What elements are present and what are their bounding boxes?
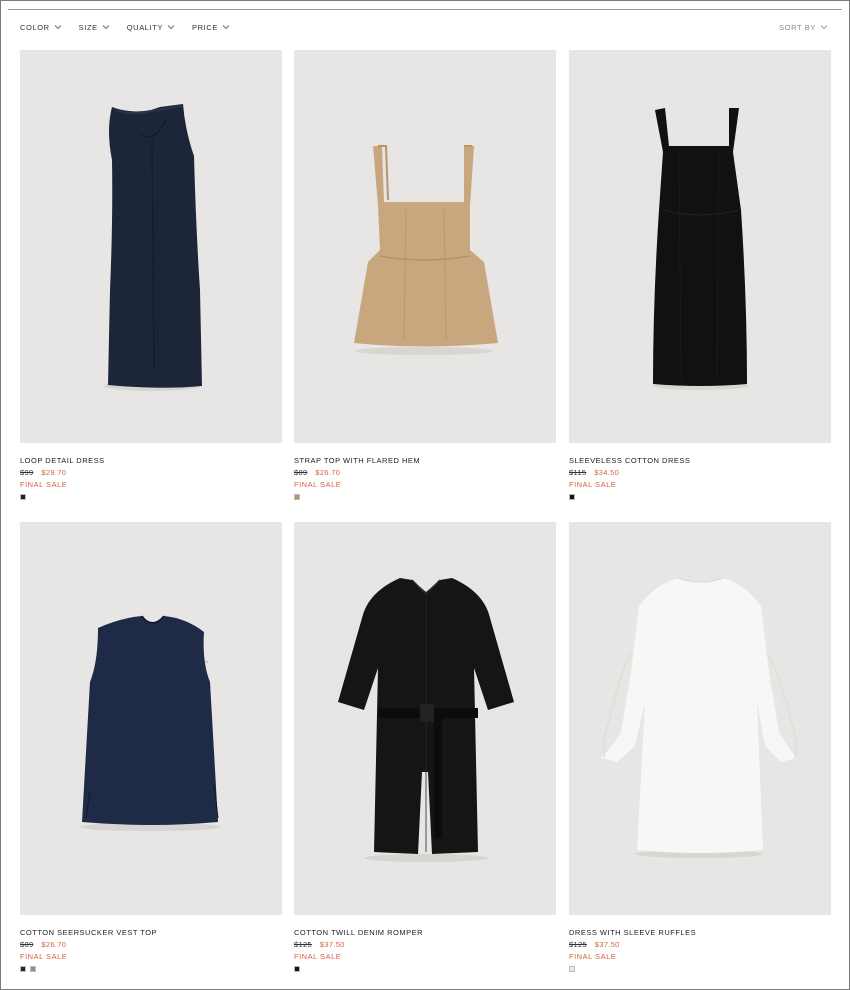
sale-price: $37.50 — [594, 940, 620, 949]
chevron-down-icon — [102, 25, 110, 30]
filter-size-label: SIZE — [78, 22, 98, 32]
sale-price: $26.70 — [315, 468, 341, 477]
black-romper-icon — [338, 578, 514, 862]
black-strap-dress-icon — [653, 108, 749, 390]
final-sale-label: FINAL SALE — [294, 480, 342, 489]
final-sale-label: FINAL SALE — [569, 480, 617, 489]
filter-price[interactable]: PRICE — [192, 23, 230, 32]
product-card[interactable]: LOOP DETAIL DRESS $99 $29.70 FINAL SALE — [20, 50, 282, 500]
beige-strap-top-icon — [354, 145, 498, 355]
sale-price: $37.50 — [319, 940, 345, 949]
product-image[interactable] — [569, 522, 831, 915]
original-price: $89 — [20, 940, 34, 949]
product-name[interactable]: LOOP DETAIL DRESS — [20, 456, 282, 465]
top-divider — [8, 9, 842, 10]
filter-size[interactable]: SIZE — [79, 23, 110, 32]
color-swatch[interactable] — [569, 966, 575, 972]
chevron-down-icon — [222, 25, 230, 30]
original-price: $89 — [294, 468, 308, 477]
product-prices: $125 $37.50 — [569, 940, 831, 949]
original-price: $125 — [569, 940, 587, 949]
color-swatch[interactable] — [20, 966, 26, 972]
product-name[interactable]: SLEEVELESS COTTON DRESS — [569, 456, 831, 465]
product-prices: $89 $26.70 — [20, 940, 282, 949]
navy-sleeveless-dress-icon — [104, 104, 202, 391]
color-swatches — [20, 494, 282, 500]
filter-price-label: PRICE — [192, 22, 218, 32]
product-card[interactable]: SLEEVELESS COTTON DRESS $115 $34.50 FINA… — [569, 50, 831, 500]
product-prices: $125 $37.50 — [294, 940, 556, 949]
filter-quality-label: QUALITY — [126, 22, 164, 32]
chevron-down-icon — [820, 25, 828, 30]
color-swatches — [20, 966, 282, 972]
final-sale-label: FINAL SALE — [20, 952, 68, 961]
product-prices: $99 $29.70 — [20, 468, 282, 477]
chevron-down-icon — [167, 25, 175, 30]
product-image[interactable] — [569, 50, 831, 443]
filter-quality[interactable]: QUALITY — [127, 23, 175, 32]
white-ruffle-dress-icon — [601, 577, 797, 858]
chevron-down-icon — [54, 25, 61, 30]
color-swatches — [569, 494, 831, 500]
product-image[interactable] — [20, 50, 282, 443]
original-price: $115 — [569, 468, 587, 477]
color-swatch[interactable] — [569, 494, 575, 500]
sort-by-label: SORT BY — [779, 22, 816, 32]
color-swatch[interactable] — [20, 494, 26, 500]
product-name[interactable]: COTTON TWILL DENIM ROMPER — [294, 928, 556, 937]
final-sale-label: FINAL SALE — [569, 952, 617, 961]
final-sale-label: FINAL SALE — [294, 952, 342, 961]
color-swatch[interactable] — [294, 494, 300, 500]
final-sale-label: FINAL SALE — [20, 480, 68, 489]
product-prices: $89 $26.70 — [294, 468, 556, 477]
filter-bar: COLOR SIZE QUALITY PRICE — [20, 22, 230, 32]
color-swatch[interactable] — [30, 966, 36, 972]
original-price: $99 — [20, 468, 34, 477]
navy-vest-top-icon — [80, 615, 220, 831]
color-swatches — [294, 966, 556, 972]
filter-color[interactable]: COLOR — [20, 23, 62, 32]
product-card[interactable]: STRAP TOP WITH FLARED HEM $89 $26.70 FIN… — [294, 50, 556, 500]
color-swatches — [294, 494, 556, 500]
color-swatch[interactable] — [294, 966, 300, 972]
sale-price: $34.50 — [594, 468, 620, 477]
product-card[interactable]: DRESS WITH SLEEVE RUFFLES $125 $37.50 FI… — [569, 522, 831, 972]
product-card[interactable]: COTTON SEERSUCKER VEST TOP $89 $26.70 FI… — [20, 522, 282, 972]
product-name[interactable]: DRESS WITH SLEEVE RUFFLES — [569, 928, 831, 937]
sale-price: $29.70 — [41, 468, 67, 477]
sale-price: $26.70 — [41, 940, 67, 949]
filter-color-label: COLOR — [20, 22, 50, 32]
product-name[interactable]: STRAP TOP WITH FLARED HEM — [294, 456, 556, 465]
product-image[interactable] — [20, 522, 282, 915]
original-price: $125 — [294, 940, 312, 949]
product-card[interactable]: COTTON TWILL DENIM ROMPER $125 $37.50 FI… — [294, 522, 556, 972]
sort-by-dropdown[interactable]: SORT BY — [779, 22, 828, 32]
product-name[interactable]: COTTON SEERSUCKER VEST TOP — [20, 928, 282, 937]
product-image[interactable] — [294, 522, 556, 915]
product-image[interactable] — [294, 50, 556, 443]
color-swatches — [569, 966, 831, 972]
product-prices: $115 $34.50 — [569, 468, 831, 477]
